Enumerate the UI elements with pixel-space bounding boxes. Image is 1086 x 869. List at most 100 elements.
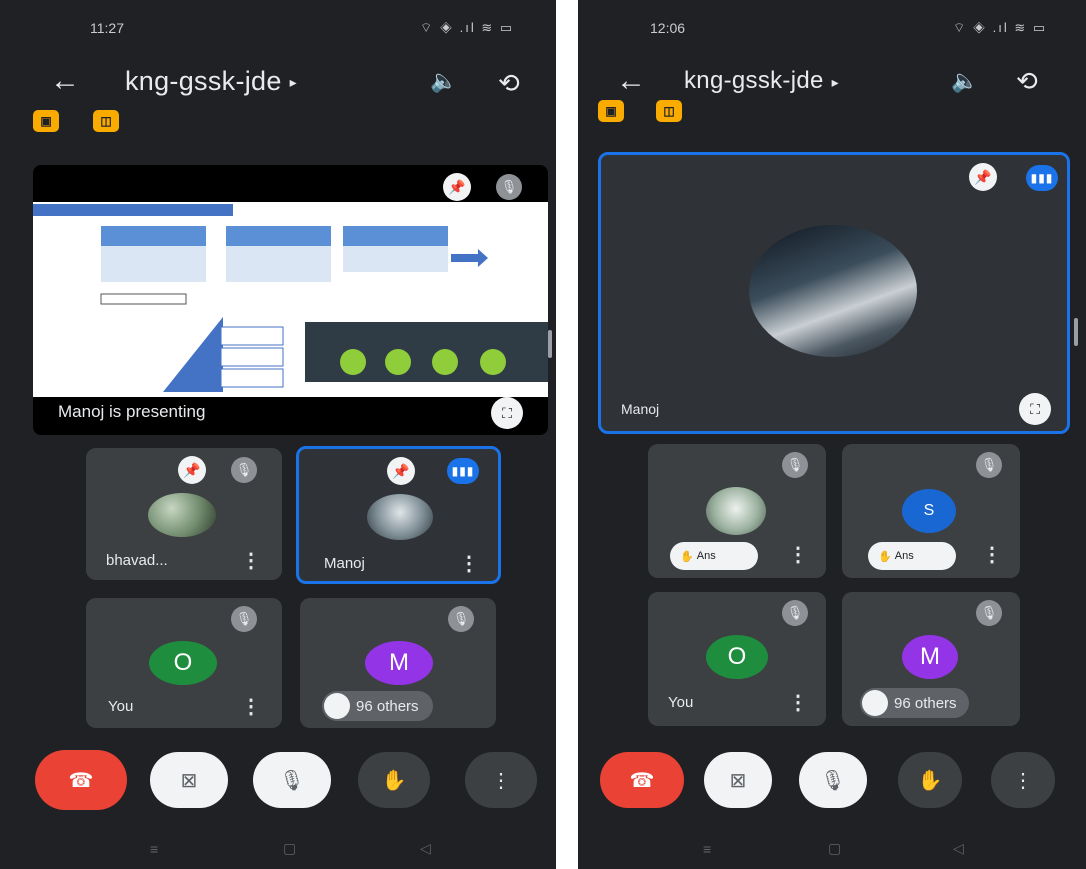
participant-tile[interactable]: 🎙 S ✋ Ans ⋮	[842, 444, 1020, 578]
mic-toggle-button[interactable]: 🎙	[253, 752, 331, 808]
mic-off-icon: 🎙	[820, 769, 846, 792]
avatar	[148, 493, 216, 537]
end-call-button[interactable]: ☎	[600, 752, 684, 808]
nav-menu-icon[interactable]: ≡	[150, 841, 158, 857]
more-options-icon[interactable]: ⋮	[241, 694, 261, 719]
mic-off-icon: 🎙	[231, 457, 257, 483]
scrollbar[interactable]	[1074, 318, 1078, 346]
status-time: 11:27	[90, 20, 124, 36]
nav-back-icon[interactable]: ◁	[953, 840, 964, 857]
raise-hand-button[interactable]: ✋	[898, 752, 962, 808]
speaking-indicator-icon: ▮▮▮	[1026, 165, 1058, 191]
presentation-tile[interactable]: 📌 🎙 Manoj is presenting ⛶	[33, 165, 548, 435]
more-options-icon[interactable]: ⋮	[982, 542, 1002, 567]
camera-toggle-button[interactable]: ⊠	[704, 752, 772, 808]
more-options-button[interactable]: ⋮	[465, 752, 537, 808]
mic-off-icon: 🎙	[782, 452, 808, 478]
mic-off-icon: 🎙	[448, 606, 474, 632]
others-tile[interactable]: 🎙 M 96 others	[842, 592, 1020, 726]
meeting-title[interactable]: kng-gssk-jde ▸	[125, 58, 297, 104]
meeting-code: kng-gssk-jde	[684, 67, 824, 94]
mic-toggle-button[interactable]: 🎙	[799, 752, 867, 808]
others-pill[interactable]: 96 others	[860, 688, 969, 718]
hand-icon: ✋	[917, 769, 943, 792]
slide-graphic	[33, 204, 548, 392]
more-options-icon[interactable]: ⋮	[788, 542, 808, 567]
mic-off-icon: 🎙	[279, 769, 305, 792]
mic-off-icon: 🎙	[782, 600, 808, 626]
others-label: 96 others	[356, 697, 419, 715]
meeting-code: kng-gssk-jde	[125, 65, 282, 96]
participant-name: Manoj	[621, 401, 660, 417]
recording-badge-icon[interactable]: ▣	[33, 110, 59, 132]
pin-icon[interactable]: 📌	[178, 456, 206, 484]
nav-back-icon[interactable]: ◁	[420, 840, 431, 857]
pin-icon[interactable]: 📌	[969, 163, 997, 191]
more-options-icon[interactable]: ⋮	[459, 551, 479, 576]
others-tile[interactable]: 🎙 M 96 others	[300, 598, 496, 728]
speaker-icon[interactable]: 🔈	[430, 68, 457, 94]
more-options-icon[interactable]: ⋮	[241, 548, 261, 573]
camera-off-icon: ⊠	[729, 769, 747, 792]
camera-toggle-button[interactable]: ⊠	[150, 752, 228, 808]
switch-camera-icon[interactable]: ⟲	[1016, 66, 1038, 97]
status-icons: ⌔ ◈ .ıl ≋ ▭	[420, 20, 515, 35]
top-bar: ←	[616, 58, 646, 104]
participant-tile[interactable]: 📌 🎙 bhavad... ⋮	[86, 448, 282, 580]
back-arrow-icon[interactable]: ←	[50, 64, 80, 98]
participant-tile[interactable]: 🎙 O You ⋮	[648, 592, 826, 726]
others-pill[interactable]: 96 others	[322, 691, 433, 721]
scrollbar[interactable]	[548, 330, 552, 358]
back-arrow-icon[interactable]: ←	[616, 64, 646, 98]
more-options-button[interactable]: ⋮	[991, 752, 1055, 808]
participant-tile[interactable]: 🎙 O You ⋮	[86, 598, 282, 728]
nav-menu-icon[interactable]: ≡	[703, 841, 711, 857]
participant-name: You	[108, 698, 134, 715]
toggle-icon	[862, 690, 888, 716]
pill-label: Ans	[894, 550, 914, 562]
expand-icon[interactable]: ⛶	[491, 397, 523, 429]
end-call-icon: ☎	[629, 769, 655, 792]
status-time: 12:06	[650, 20, 686, 36]
speaker-icon[interactable]: 🔈	[951, 68, 978, 94]
avatar: M	[365, 641, 433, 685]
captions-badge-icon[interactable]: ◫	[656, 100, 682, 122]
kebab-icon: ⋮	[1013, 769, 1033, 792]
captions-badge-icon[interactable]: ◫	[93, 110, 119, 132]
switch-camera-icon[interactable]: ⟲	[498, 68, 520, 99]
avatar	[367, 494, 433, 540]
pin-icon[interactable]: 📌	[443, 173, 471, 201]
avatar: S	[902, 489, 956, 533]
pill-label: Ans	[696, 550, 716, 562]
shared-slide	[33, 202, 548, 397]
mic-off-icon: 🎙	[496, 174, 522, 200]
mic-off-icon: 🎙	[976, 600, 1002, 626]
avatar: M	[902, 635, 958, 679]
hand-icon: ✋	[381, 769, 407, 792]
end-call-icon: ☎	[68, 769, 94, 792]
participant-tile-active[interactable]: 📌 ▮▮▮ Manoj ⋮	[296, 446, 501, 584]
nav-home-icon[interactable]: ▢	[828, 840, 841, 857]
meeting-title[interactable]: kng-gssk-jde ▸	[684, 58, 839, 104]
reaction-pill[interactable]: ✋ Ans	[670, 542, 758, 570]
nav-home-icon[interactable]: ▢	[283, 840, 296, 857]
pin-icon[interactable]: 📌	[387, 457, 415, 485]
kebab-icon: ⋮	[491, 769, 511, 792]
mic-off-icon: 🎙	[976, 452, 1002, 478]
toggle-icon	[324, 693, 350, 719]
right-phone-screen: 12:06 ⌔ ◈ .ıl ≋ ▭ ← kng-gssk-jde ▸ 🔈 ⟲ ▣…	[578, 0, 1086, 869]
caret-right-icon: ▸	[289, 73, 297, 90]
reaction-pill[interactable]: ✋ Ans	[868, 542, 956, 570]
main-speaker-tile[interactable]: 📌 ▮▮▮ Manoj ⛶	[598, 152, 1070, 434]
expand-icon[interactable]: ⛶	[1019, 393, 1051, 425]
others-label: 96 others	[894, 694, 957, 712]
participant-tile[interactable]: 🎙 ✋ Ans ⋮	[648, 444, 826, 578]
avatar	[706, 487, 766, 535]
left-phone-screen: 11:27 ⌔ ◈ .ıl ≋ ▭ ← kng-gssk-jde ▸ 🔈 ⟲ ▣…	[0, 0, 556, 869]
raise-hand-button[interactable]: ✋	[358, 752, 430, 808]
end-call-button[interactable]: ☎	[35, 750, 127, 810]
top-bar: ←	[50, 58, 80, 104]
recording-badge-icon[interactable]: ▣	[598, 100, 624, 122]
camera-off-icon: ⊠	[180, 769, 198, 792]
more-options-icon[interactable]: ⋮	[788, 690, 808, 715]
